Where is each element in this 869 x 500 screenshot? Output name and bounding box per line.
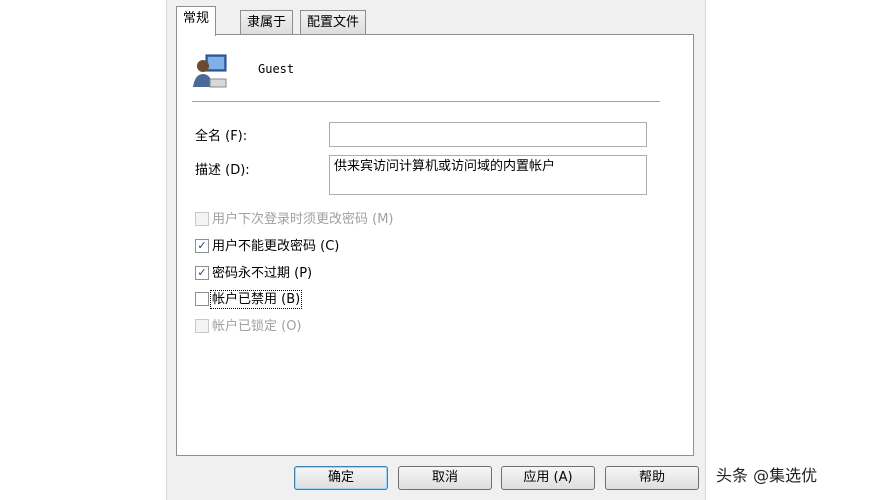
user-properties-dialog: 常规 隶属于 配置文件 Guest 全名 (F): 描述 (D): 供来宾访问计… <box>166 0 706 500</box>
tab-member-of[interactable]: 隶属于 <box>240 10 294 35</box>
checkbox-label: 用户不能更改密码 (C) <box>212 239 340 254</box>
tab-profile[interactable]: 配置文件 <box>300 10 367 35</box>
checkbox-box[interactable]: ✓ <box>195 238 209 253</box>
checkbox-box <box>195 211 209 226</box>
full-name-label: 全名 (F): <box>195 129 248 144</box>
checkbox-must-change-password: 用户下次登录时须更改密码 (M) <box>195 211 394 229</box>
tab-general[interactable]: 常规 <box>176 6 217 36</box>
checkbox-label: 密码永不过期 (P) <box>212 266 313 281</box>
full-name-field[interactable] <box>329 122 647 147</box>
checkbox-box[interactable]: ✓ <box>195 265 209 280</box>
watermark: 头条 @集选优 <box>716 466 818 485</box>
checkbox-account-locked: 帐户已锁定 (O) <box>195 318 302 336</box>
general-panel: Guest 全名 (F): 描述 (D): 供来宾访问计算机或访问域的内置帐户 … <box>176 34 694 456</box>
cancel-button[interactable]: 取消 <box>398 466 492 490</box>
checkbox-label: 帐户已禁用 (B) <box>209 290 303 309</box>
checkbox-cannot-change-password[interactable]: ✓ 用户不能更改密码 (C) <box>195 238 339 256</box>
checkbox-box[interactable] <box>195 291 209 306</box>
checkbox-password-never-expires[interactable]: ✓ 密码永不过期 (P) <box>195 265 312 283</box>
checkbox-box <box>195 318 209 333</box>
ok-button[interactable]: 确定 <box>294 466 388 490</box>
checkbox-label: 用户下次登录时须更改密码 (M) <box>212 212 394 227</box>
username: Guest <box>258 62 295 76</box>
user-icon <box>193 54 227 88</box>
help-button[interactable]: 帮助 <box>605 466 699 490</box>
checkbox-label: 帐户已锁定 (O) <box>212 319 302 334</box>
checkbox-account-disabled[interactable]: 帐户已禁用 (B) <box>195 290 303 309</box>
separator <box>192 101 660 103</box>
apply-button[interactable]: 应用 (A) <box>501 466 595 490</box>
description-label: 描述 (D): <box>195 163 250 178</box>
description-field[interactable]: 供来宾访问计算机或访问域的内置帐户 <box>329 155 647 195</box>
